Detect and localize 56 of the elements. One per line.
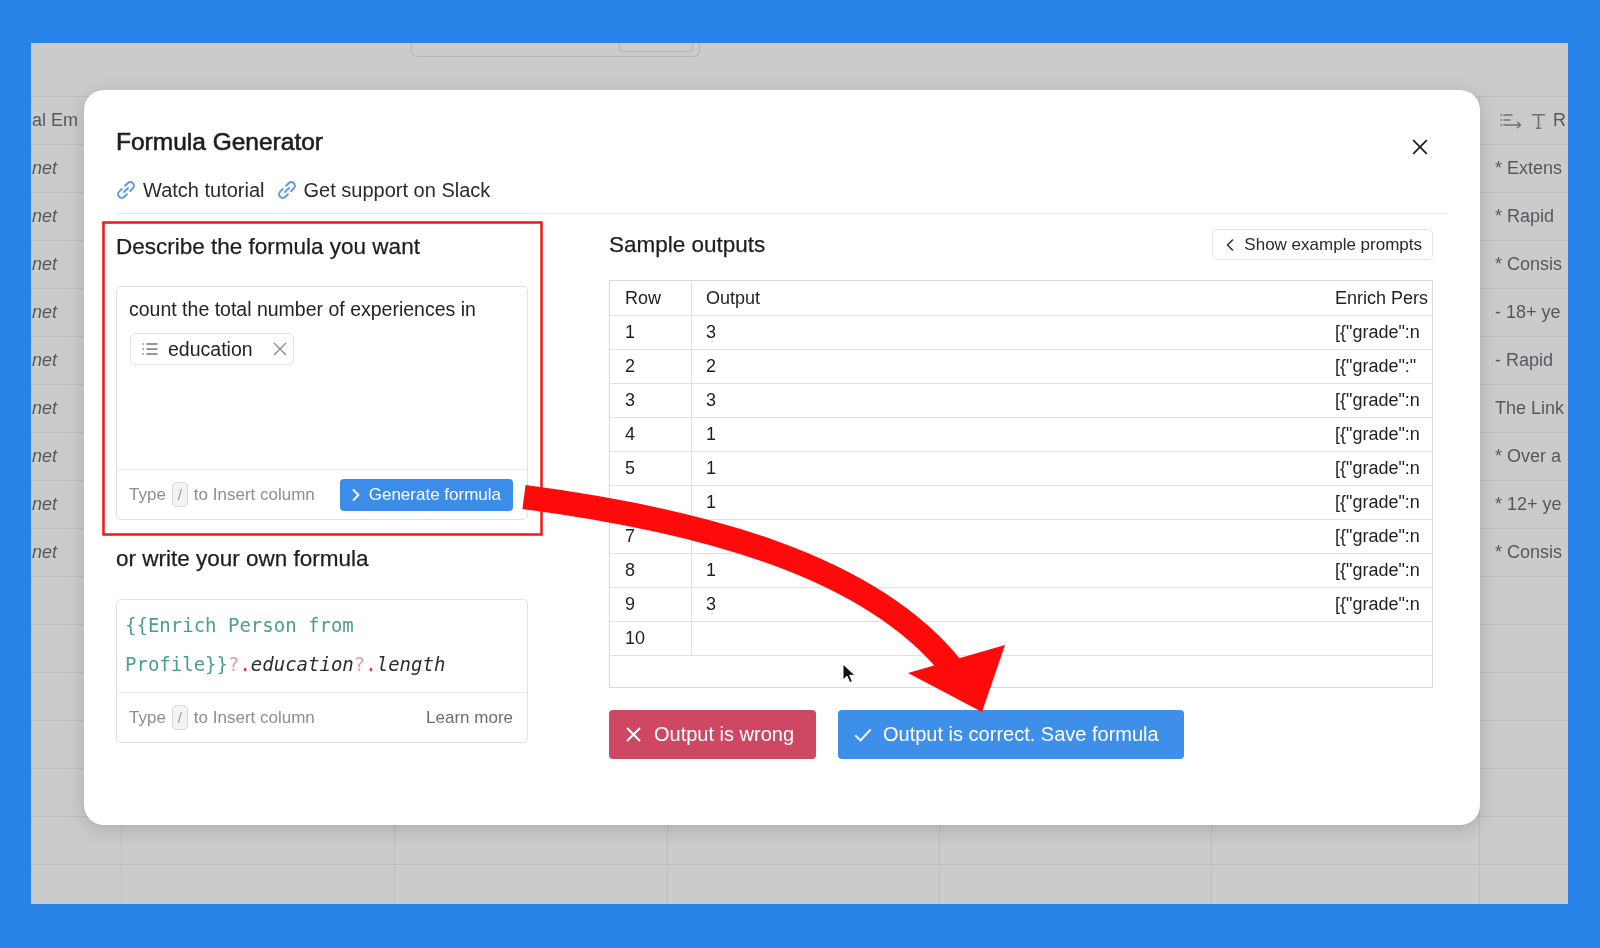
table-cell: 7 bbox=[610, 520, 692, 554]
table-cell: [{"grade":n bbox=[1335, 452, 1432, 486]
cursor-icon bbox=[842, 663, 856, 684]
table-cell: 10 bbox=[610, 622, 692, 656]
list-arrow-icon bbox=[1500, 112, 1522, 129]
hint-text: Type bbox=[129, 484, 166, 505]
x-icon bbox=[626, 727, 641, 742]
table-cell: 1 bbox=[692, 486, 1335, 520]
chevron-left-icon bbox=[1226, 238, 1235, 251]
reject-button[interactable]: Output is wrong bbox=[609, 710, 816, 759]
hint-text: Type bbox=[129, 707, 166, 728]
table-cell: 2 bbox=[610, 350, 692, 384]
table-cell: [{"grade":n bbox=[1335, 316, 1432, 350]
column-name: education bbox=[168, 337, 253, 362]
hint-text: to Insert column bbox=[193, 707, 315, 728]
table-cell: 1 bbox=[692, 452, 1335, 486]
column-header: R bbox=[1553, 110, 1566, 131]
table-cell: 3 bbox=[692, 384, 1335, 418]
table-cell: [{"grade":n bbox=[1335, 384, 1432, 418]
hint-text: to Insert column bbox=[193, 484, 315, 505]
column-header: Output bbox=[692, 281, 1335, 316]
table-cell: 9 bbox=[610, 588, 692, 622]
link-icon bbox=[276, 180, 297, 200]
table-cell: [{"grade":n bbox=[1335, 520, 1432, 554]
chevron-right-icon bbox=[351, 488, 360, 501]
shortcut-key: / bbox=[171, 482, 188, 507]
list-icon bbox=[142, 343, 158, 355]
column-header: Row bbox=[610, 281, 692, 316]
link-icon bbox=[116, 180, 136, 200]
formula-input[interactable]: {{Enrich Person from Profile}}?.education?.length bbox=[117, 600, 527, 692]
table-cell: [{"grade":n bbox=[1335, 588, 1432, 622]
examples-button[interactable]: Show example prompts bbox=[1212, 229, 1433, 260]
table-cell: 5 bbox=[610, 452, 692, 486]
search-field[interactable] bbox=[411, 43, 700, 57]
table-cell: 3 bbox=[692, 588, 1335, 622]
table-cell: 8 bbox=[610, 554, 692, 588]
remove-icon[interactable] bbox=[272, 342, 287, 356]
table-cell: 2 bbox=[692, 350, 1335, 384]
table-cell: [{"grade":n bbox=[1335, 486, 1432, 520]
table-cell: 1 bbox=[692, 554, 1335, 588]
table-cell: [{"grade":n bbox=[1335, 418, 1432, 452]
help-link[interactable]: Get support on Slack bbox=[276, 178, 491, 202]
learn-more-link[interactable]: Learn more bbox=[426, 707, 513, 728]
table-cell: 3 bbox=[610, 384, 692, 418]
close-icon bbox=[1412, 139, 1428, 155]
table-cell: 3 bbox=[692, 316, 1335, 350]
table-cell: 1 bbox=[610, 316, 692, 350]
shortcut-key: / bbox=[171, 705, 188, 730]
column-header: Enrich Pers bbox=[1335, 281, 1432, 316]
table-cell: [{"grade":n bbox=[1335, 554, 1432, 588]
table-cell: 4 bbox=[610, 418, 692, 452]
table-cell: 1 bbox=[692, 418, 1335, 452]
section-heading: Sample outputs bbox=[609, 230, 766, 259]
table-cell: [{"grade":" bbox=[1335, 350, 1432, 384]
check-icon bbox=[854, 727, 872, 742]
text-type-icon bbox=[1531, 112, 1546, 129]
